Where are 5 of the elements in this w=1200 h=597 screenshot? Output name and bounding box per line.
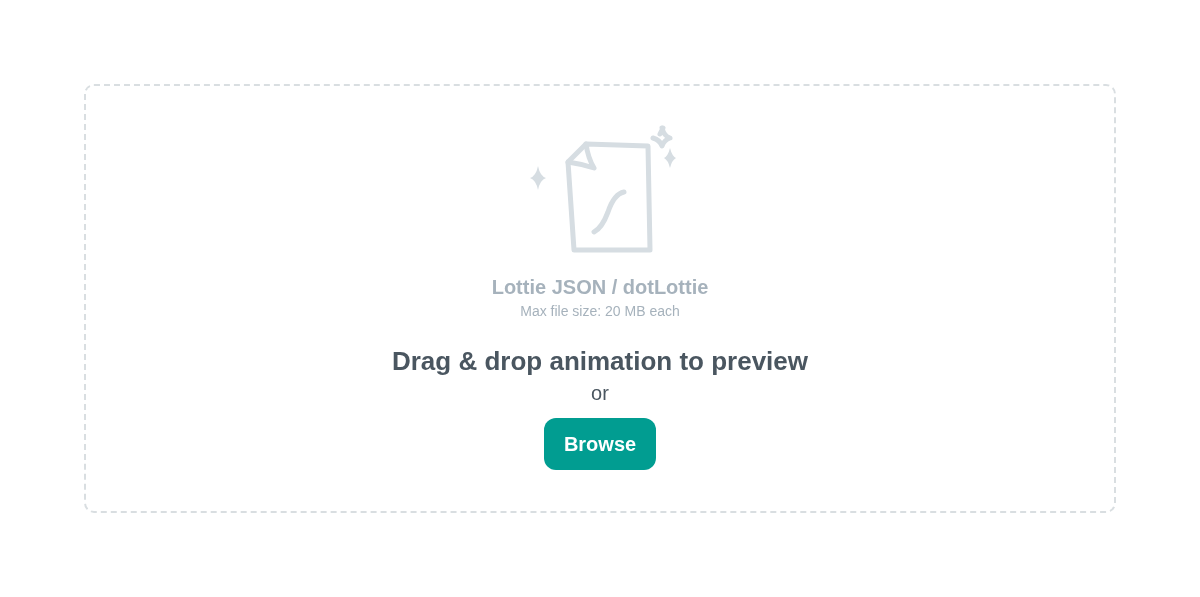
separator-text: or <box>591 381 609 406</box>
format-title: Lottie JSON / dotLottie <box>491 275 709 300</box>
drop-zone[interactable]: Lottie JSON / dotLottie Max file size: 20 MB each Drag & drop animation to preview or Browse <box>84 84 1116 513</box>
drop-heading: Drag & drop animation to preview <box>391 345 809 378</box>
size-hint: Max file size: 20 MB each <box>520 302 680 320</box>
